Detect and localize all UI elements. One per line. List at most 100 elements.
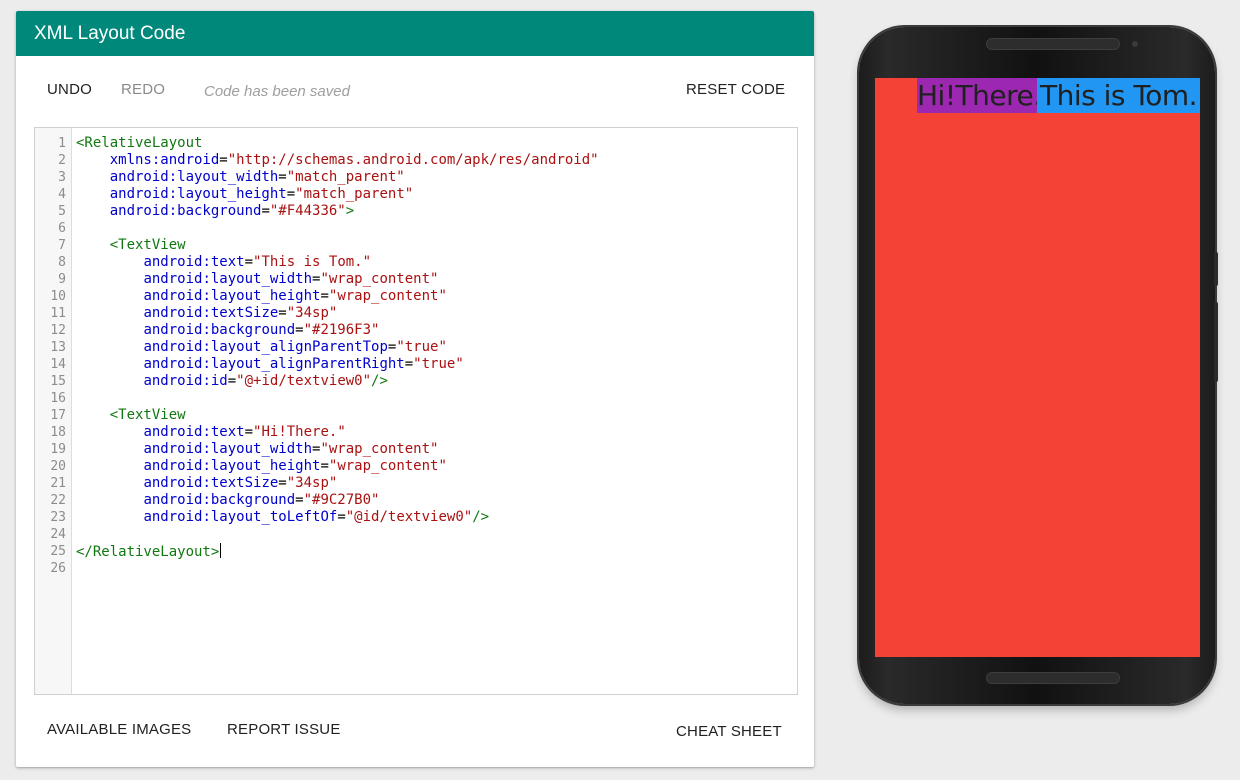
code-token-plain: = <box>278 475 287 491</box>
line-number: 6 <box>58 221 66 236</box>
line-number: 3 <box>58 170 66 185</box>
code-line[interactable]: android:text="Hi!There." <box>76 424 346 441</box>
cheat-sheet-button[interactable]: CHEAT SHEET <box>676 723 782 740</box>
code-token-str: "wrap_content" <box>320 271 439 287</box>
code-line[interactable]: android:layout_toLeftOf="@id/textview0"/… <box>76 509 489 526</box>
line-number: 15 <box>50 374 66 389</box>
code-token-attr: android:layout_height <box>143 288 321 304</box>
phone-speaker-top <box>986 38 1120 50</box>
card-title: XML Layout Code <box>34 23 186 44</box>
report-issue-button[interactable]: REPORT ISSUE <box>227 721 341 738</box>
code-token-attr: android:text <box>143 424 245 440</box>
code-line[interactable]: android:layout_height="wrap_content" <box>76 458 447 475</box>
code-line[interactable]: android:layout_height="wrap_content" <box>76 288 447 305</box>
redo-button[interactable]: REDO <box>121 81 165 98</box>
textview-hi-there: Hi!There. <box>917 78 1042 113</box>
line-number: 19 <box>50 442 66 457</box>
code-line[interactable]: android:layout_width="match_parent" <box>76 169 405 186</box>
code-token-str: "@id/textview0" <box>345 509 473 525</box>
line-number: 22 <box>50 493 66 508</box>
code-line[interactable]: <RelativeLayout <box>76 135 202 152</box>
phone-screen: Hi!There. This is Tom. <box>875 78 1200 657</box>
code-token-attr: xmlns:android <box>109 152 220 168</box>
available-images-button[interactable]: AVAILABLE IMAGES <box>47 721 191 738</box>
code-token-attr: android:layout_height <box>143 458 321 474</box>
code-token-attr: android:layout_alignParentTop <box>143 339 388 355</box>
code-token-str: "Hi!There." <box>253 424 346 440</box>
code-line[interactable]: android:id="@+id/textview0"/> <box>76 373 388 390</box>
code-line[interactable]: android:text="This is Tom." <box>76 254 371 271</box>
code-line[interactable]: android:layout_width="wrap_content" <box>76 441 438 458</box>
line-number: 18 <box>50 425 66 440</box>
code-token-str: "match_parent" <box>286 169 405 185</box>
undo-button[interactable]: UNDO <box>47 81 92 98</box>
code-line[interactable]: <TextView <box>76 407 186 424</box>
line-number: 25 <box>50 544 66 559</box>
line-number: 13 <box>50 340 66 355</box>
reset-code-button[interactable]: RESET CODE <box>686 81 785 98</box>
code-line[interactable]: android:background="#F44336"> <box>76 203 354 220</box>
line-number: 5 <box>58 204 66 219</box>
code-token-tag: <TextView <box>109 407 186 423</box>
code-token-plain: = <box>320 288 329 304</box>
line-number: 7 <box>58 238 66 253</box>
code-token-attr: android:textSize <box>143 475 279 491</box>
code-token-attr: android:layout_height <box>109 186 287 202</box>
code-token-attr: android:layout_toLeftOf <box>143 509 338 525</box>
code-token-attr: android:layout_width <box>109 169 279 185</box>
phone-preview: Hi!There. This is Tom. <box>859 27 1218 704</box>
code-token-tag: /> <box>371 373 388 389</box>
code-line[interactable]: android:textSize="34sp" <box>76 475 337 492</box>
code-line[interactable]: android:textSize="34sp" <box>76 305 337 322</box>
code-editor[interactable]: 1 2 3 4 5 6 7 8 9 10 11 12 13 14 15 16 17 18 19 20 21 22 23 24 2… <box>34 127 798 695</box>
code-token-str: "true" <box>413 356 464 372</box>
xml-editor-card: XML Layout Code UNDO REDO Code has been … <box>16 11 814 767</box>
line-number: 16 <box>50 391 66 406</box>
line-number: 20 <box>50 459 66 474</box>
code-token-str: "#2196F3" <box>303 322 380 338</box>
code-line[interactable]: <TextView <box>76 237 186 254</box>
code-token-plain: = <box>278 169 287 185</box>
code-token-str: "#F44336" <box>269 203 346 219</box>
code-line[interactable]: android:layout_width="wrap_content" <box>76 271 438 288</box>
code-token-attr: android:background <box>109 203 262 219</box>
code-token-tag: <TextView <box>109 237 186 253</box>
code-line[interactable]: android:layout_height="match_parent" <box>76 186 413 203</box>
line-number: 1 <box>58 136 66 151</box>
code-token-plain: = <box>278 305 287 321</box>
code-token-str: "wrap_content" <box>328 288 447 304</box>
line-number: 24 <box>50 527 66 542</box>
code-token-str: "This is Tom." <box>253 254 372 270</box>
line-number: 17 <box>50 408 66 423</box>
code-line[interactable]: xmlns:android="http://schemas.android.co… <box>76 152 599 169</box>
code-token-plain: = <box>244 254 254 270</box>
line-number: 8 <box>58 255 66 270</box>
code-token-str: "match_parent" <box>295 186 414 202</box>
line-number: 11 <box>50 306 66 321</box>
code-token-str: "#9C27B0" <box>303 492 380 508</box>
code-line[interactable]: android:layout_alignParentTop="true" <box>76 339 446 356</box>
code-line[interactable]: android:background="#2196F3" <box>76 322 379 339</box>
code-token-attr: android:layout_width <box>143 271 313 287</box>
save-status-text: Code has been saved <box>204 83 350 100</box>
code-token-str: "wrap_content" <box>328 458 447 474</box>
code-line[interactable]: </RelativeLayout> <box>76 543 222 560</box>
code-line[interactable]: android:layout_alignParentRight="true" <box>76 356 464 373</box>
code-line[interactable]: android:background="#9C27B0" <box>76 492 379 509</box>
line-number: 26 <box>50 561 66 576</box>
code-token-attr: android:layout_alignParentRight <box>143 356 405 372</box>
